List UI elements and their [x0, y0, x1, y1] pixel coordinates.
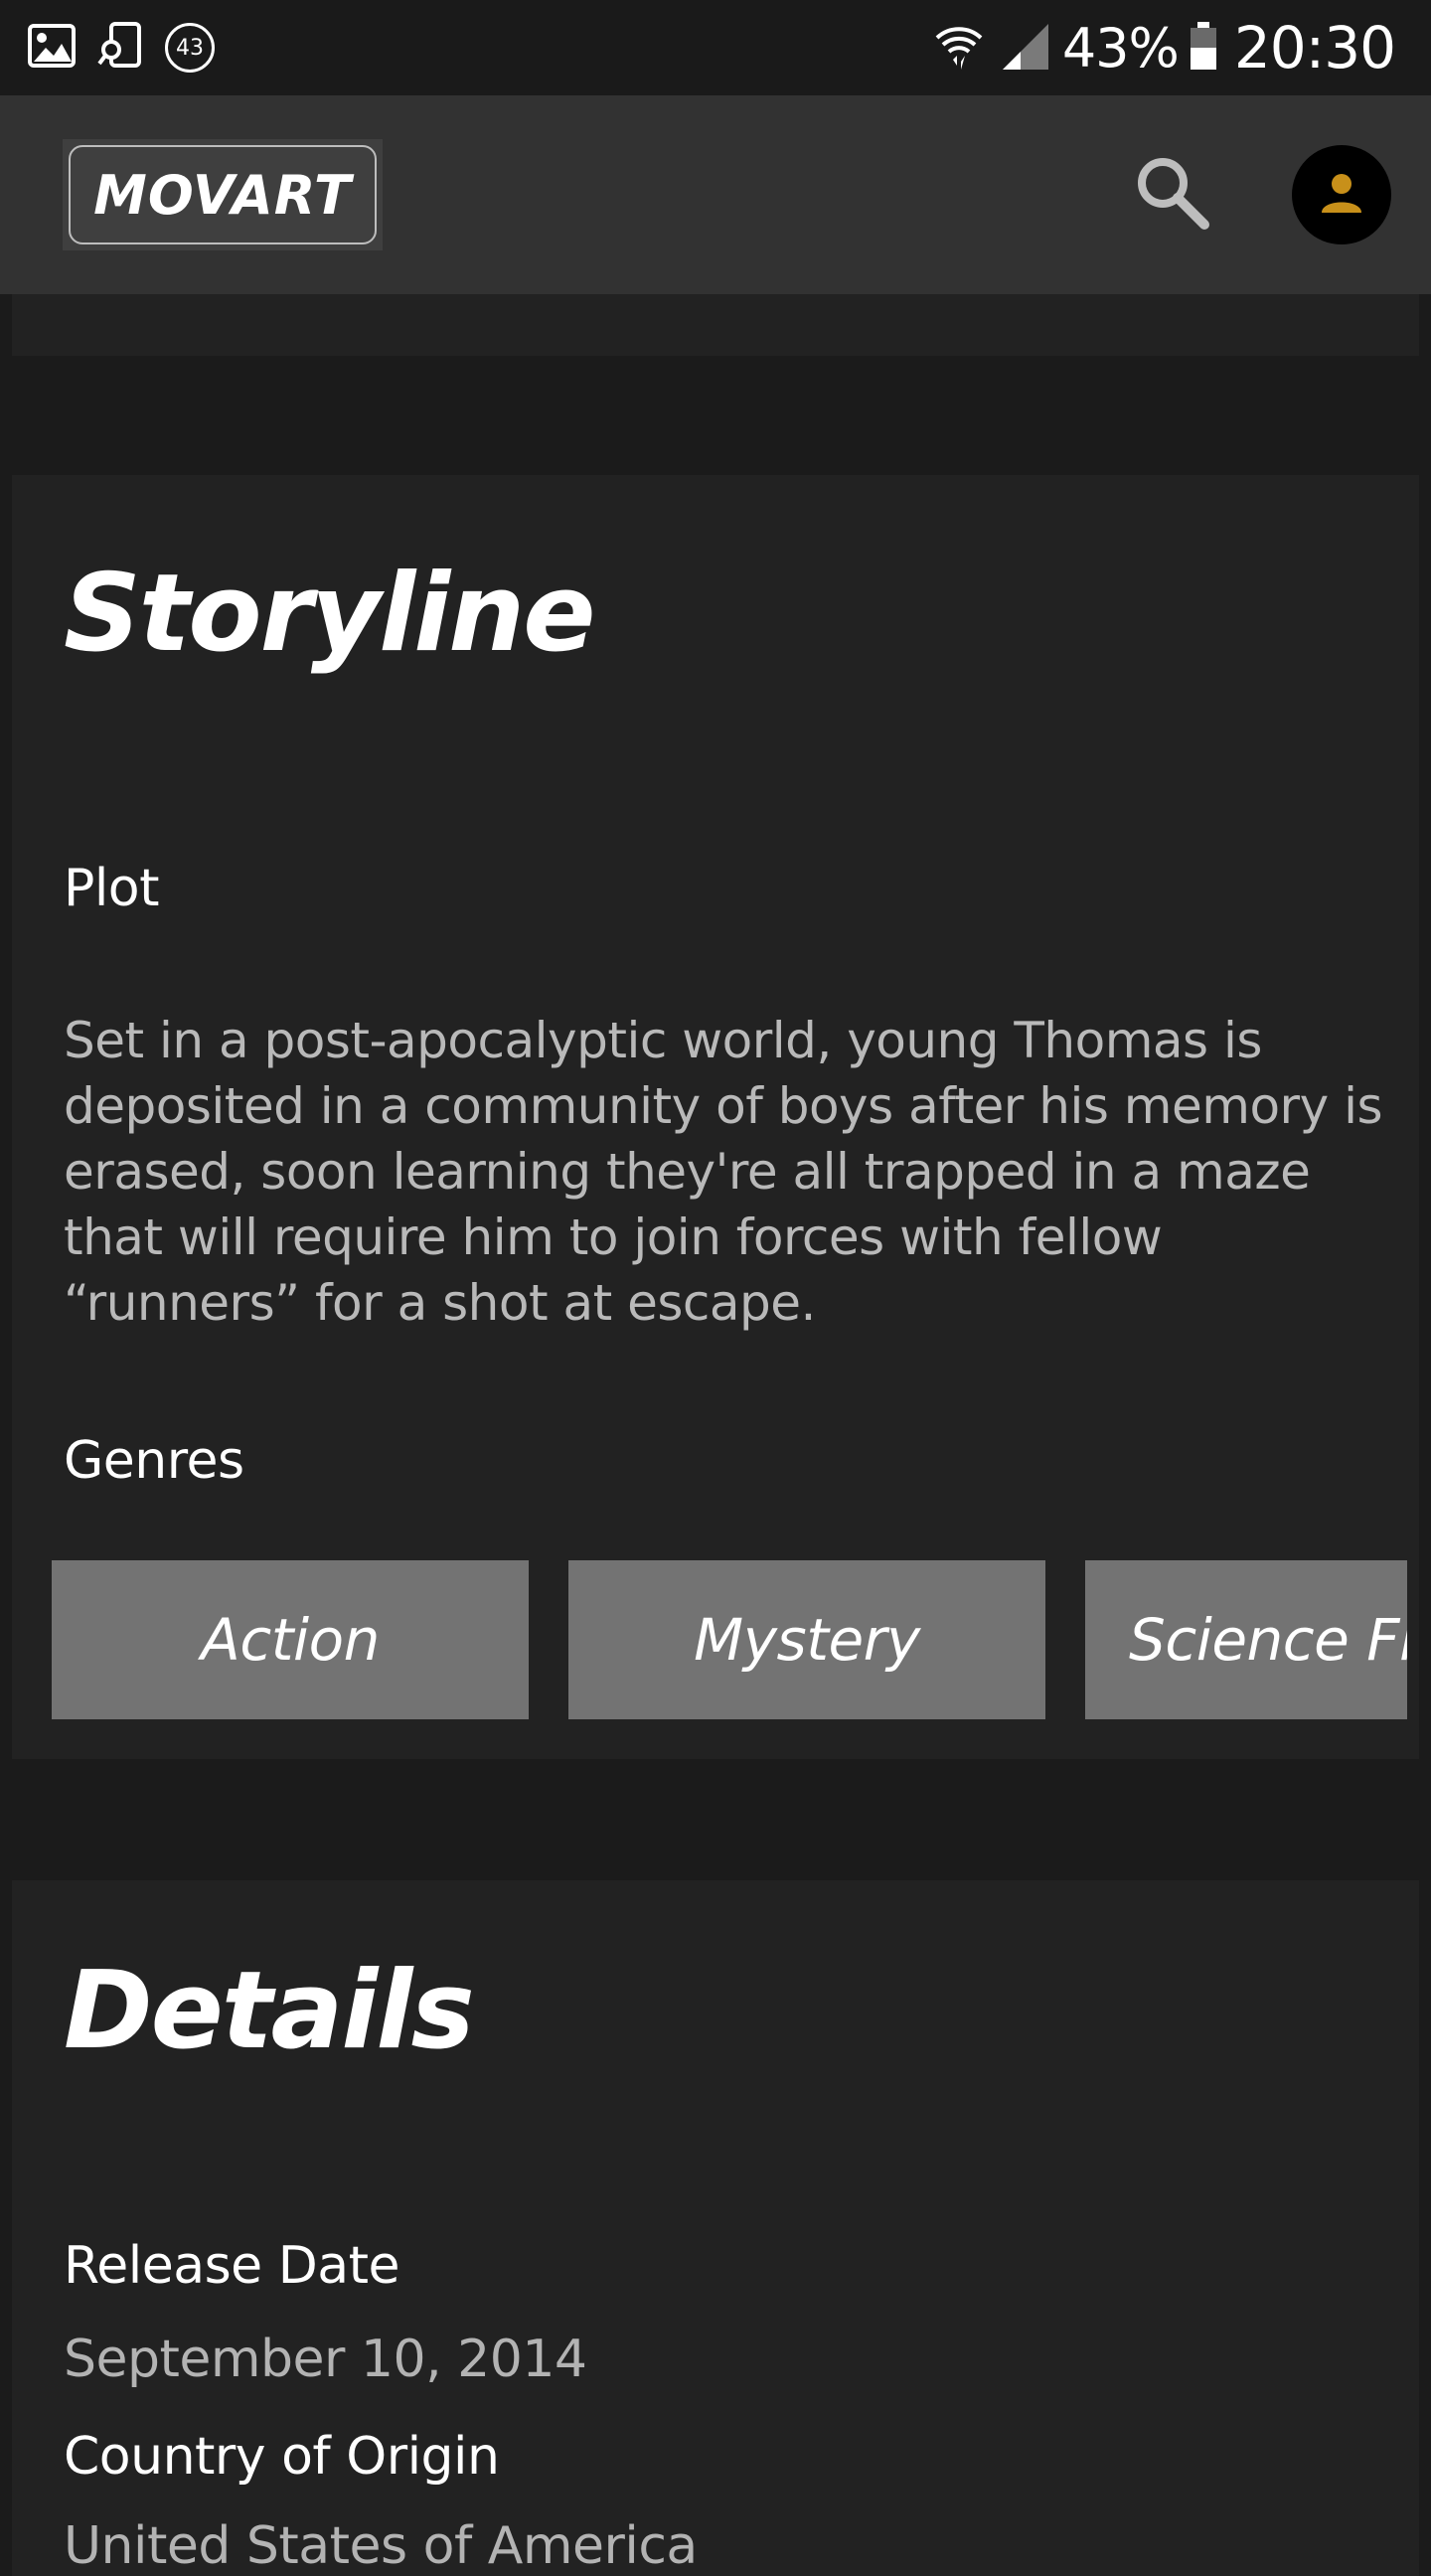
status-right-icons: 43% 20:30	[933, 14, 1396, 81]
previous-section-card	[12, 294, 1419, 356]
details-card: Details Release Date September 10, 2014 …	[12, 1880, 1419, 2576]
genre-chip[interactable]: Science Fiction	[1085, 1560, 1407, 1719]
wifi-icon	[933, 20, 985, 76]
storyline-card: Storyline Plot Set in a post-apocalyptic…	[12, 475, 1419, 1759]
genres-label: Genres	[64, 1431, 244, 1491]
battery-percent: 43%	[1061, 16, 1180, 80]
clock: 20:30	[1233, 14, 1396, 81]
details-title: Details	[64, 1949, 475, 2073]
avatar-button[interactable]	[1292, 145, 1391, 244]
screen-search-icon	[97, 22, 143, 74]
release-date-label: Release Date	[64, 2236, 400, 2296]
logo: MOVART	[69, 145, 377, 244]
person-icon	[1320, 171, 1363, 219]
status-left-icons: 43	[28, 18, 215, 78]
genres-list: Action Mystery Science Fiction	[52, 1560, 1407, 1719]
signal-icon	[999, 20, 1050, 76]
app-bar: MOVART	[0, 95, 1431, 294]
plot-text: Set in a post-apocalyptic world, young T…	[64, 1012, 1383, 1332]
storyline-title: Storyline	[64, 552, 595, 676]
country-label: Country of Origin	[64, 2427, 500, 2487]
notification-badge: 43	[165, 23, 215, 73]
search-button[interactable]	[1123, 145, 1222, 244]
battery-icon	[1189, 20, 1218, 76]
genre-chip[interactable]: Action	[52, 1560, 529, 1719]
release-date-value: September 10, 2014	[64, 2330, 587, 2389]
genre-chip[interactable]: Mystery	[568, 1560, 1045, 1719]
search-icon	[1133, 153, 1212, 237]
plot-label: Plot	[64, 859, 160, 918]
country-value: United States of America	[64, 2516, 698, 2576]
status-bar: 43 43% 20:30	[0, 0, 1431, 95]
logo-button[interactable]: MOVART	[63, 139, 383, 250]
image-icon	[28, 24, 76, 72]
